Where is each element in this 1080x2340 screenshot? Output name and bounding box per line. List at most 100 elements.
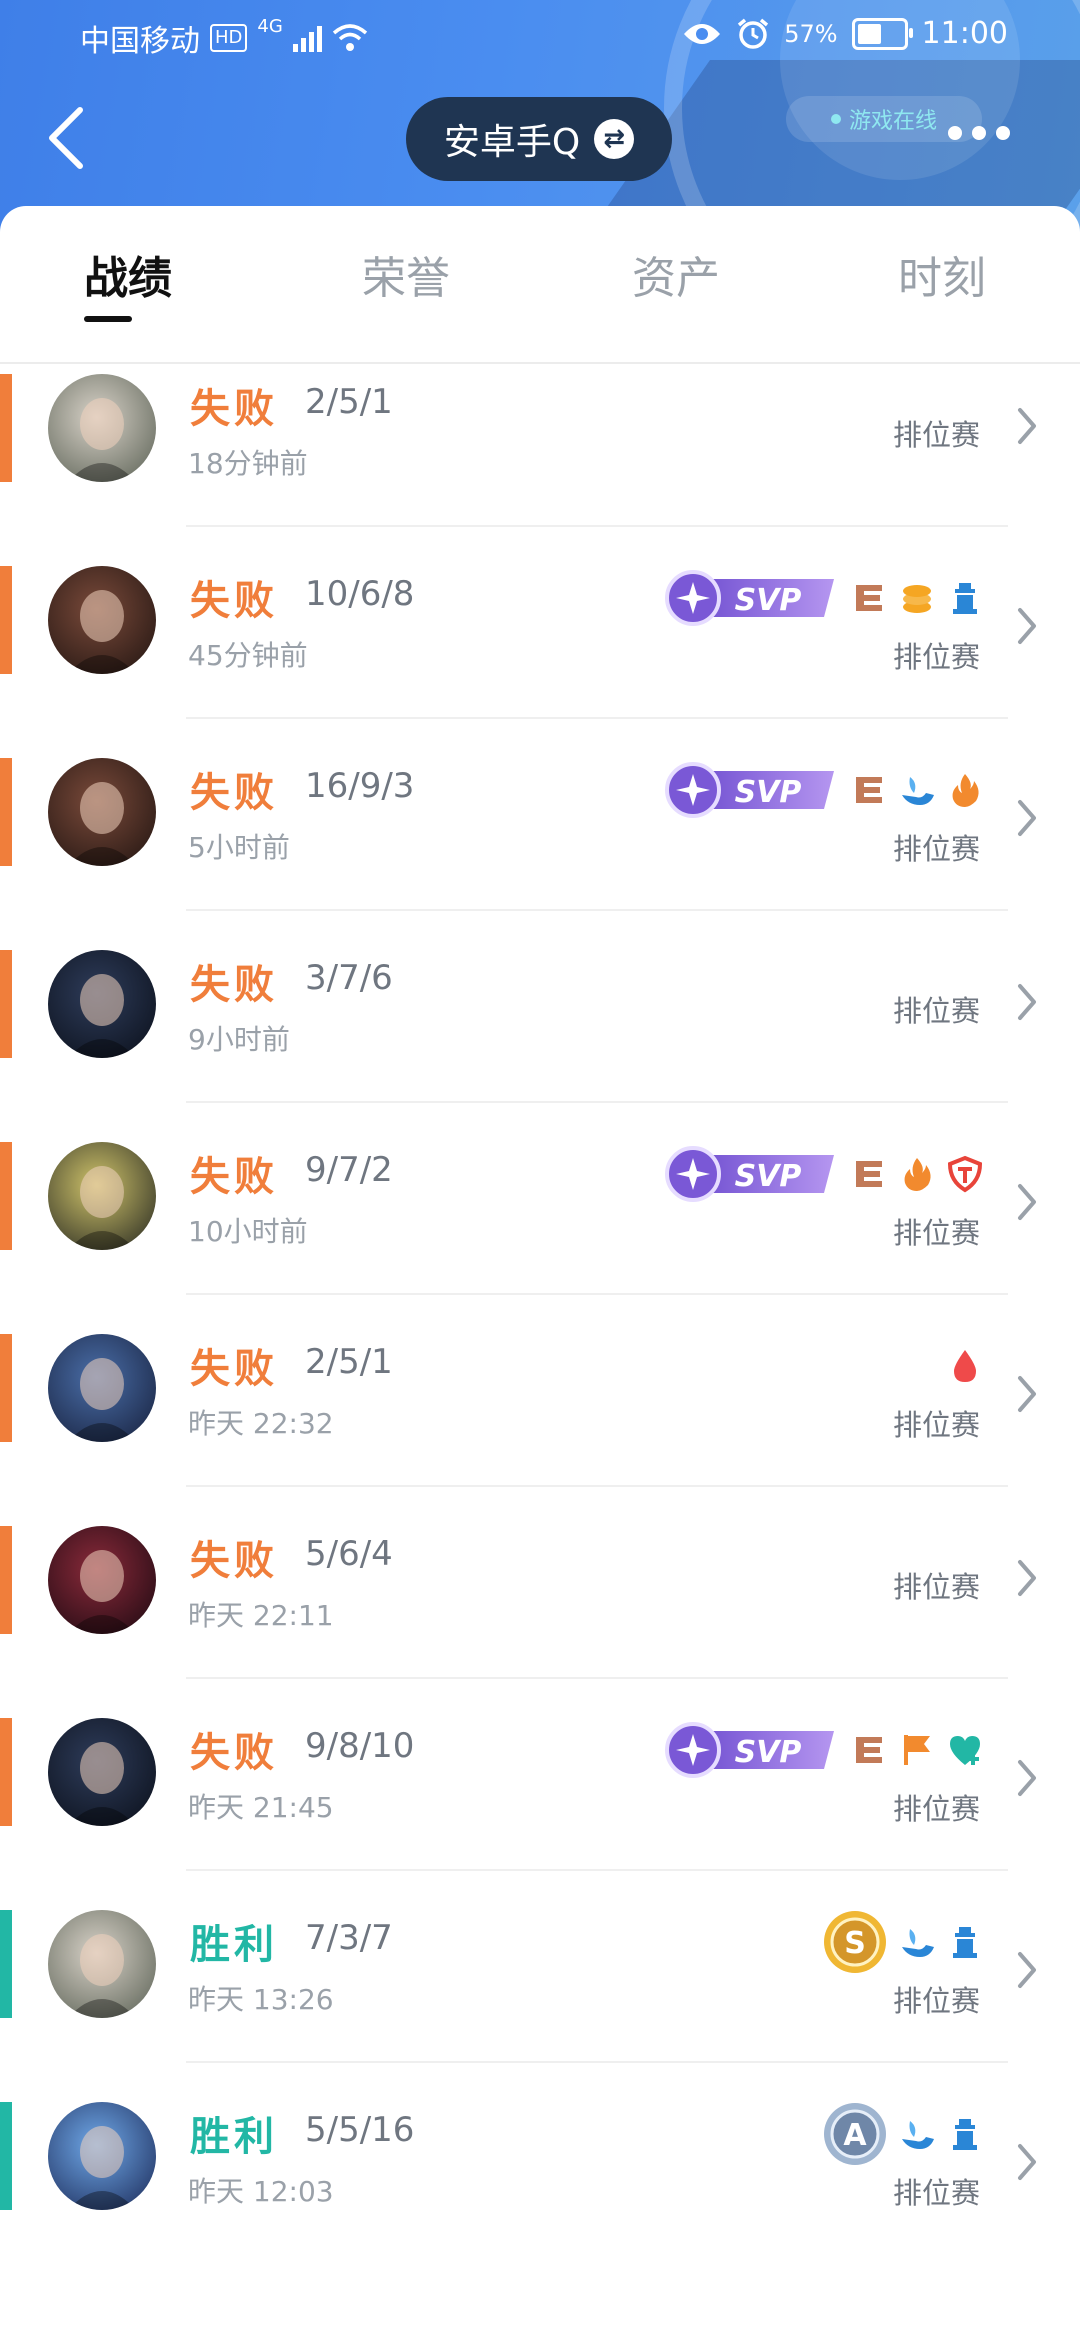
- game-mode: 排位赛: [892, 1570, 980, 1604]
- achievement-badges: [946, 1334, 984, 1398]
- achievement-badges: SVP: [664, 566, 984, 630]
- chevron-left-icon: [49, 107, 83, 169]
- shield-damage-icon: [946, 1155, 984, 1193]
- tab-honor[interactable]: 荣誉: [362, 242, 450, 306]
- hero-avatar: [48, 950, 156, 1058]
- svg-text:SVP: SVP: [735, 1735, 802, 1770]
- row-divider: [186, 1293, 1008, 1295]
- match-result: 胜利: [190, 2114, 278, 2160]
- game-mode: 排位赛: [892, 1408, 980, 1442]
- match-time: 18分钟前: [188, 447, 308, 480]
- tower-icon: [946, 579, 984, 617]
- match-result: 失败: [190, 1154, 278, 1200]
- svp-icon: SVP: [664, 761, 840, 819]
- result-color-bar: [0, 1334, 12, 1442]
- row-divider: [186, 1485, 1008, 1487]
- fire-icon: [946, 771, 984, 809]
- match-time: 昨天 12:03: [188, 2175, 334, 2208]
- game-mode: 排位赛: [892, 1216, 980, 1250]
- chevron-right-icon: [1016, 2142, 1038, 2182]
- match-row[interactable]: 失败 2/5/1 18分钟前 排位赛: [0, 362, 1080, 554]
- game-mode: 排位赛: [892, 640, 980, 674]
- match-row[interactable]: 失败 16/9/3 5小时前 SVP 排位赛: [0, 746, 1080, 938]
- status-dot-icon: [830, 114, 841, 124]
- row-divider: [186, 1677, 1008, 1679]
- match-row[interactable]: 失败 2/5/1 昨天 22:32 排位赛: [0, 1322, 1080, 1514]
- support-hand-icon: [898, 2115, 936, 2153]
- chevron-right-icon: [1016, 798, 1038, 838]
- flag-icon: [898, 1731, 936, 1769]
- tab-moments[interactable]: 时刻: [898, 242, 986, 306]
- match-time: 昨天 22:32: [188, 1407, 334, 1440]
- match-row[interactable]: 失败 5/6/4 昨天 22:11 排位赛: [0, 1514, 1080, 1706]
- match-row[interactable]: 失败 10/6/8 45分钟前 SVP 排位赛: [0, 554, 1080, 746]
- tab-assets[interactable]: 资产: [632, 242, 720, 306]
- match-result: 失败: [190, 1730, 278, 1776]
- row-divider: [186, 525, 1008, 527]
- back-button[interactable]: [44, 104, 88, 172]
- achievement-badges: S: [822, 1910, 984, 1974]
- kda-score: 3/7/6: [305, 958, 393, 998]
- kda-score: 7/3/7: [305, 1918, 393, 1958]
- tab-record[interactable]: 战绩: [84, 242, 172, 306]
- chevron-right-icon: [1016, 606, 1038, 646]
- battery-icon: [851, 17, 913, 50]
- match-result: 失败: [190, 1538, 278, 1584]
- match-row[interactable]: 胜利 7/3/7 昨天 13:26 S 排位赛: [0, 1898, 1080, 2090]
- game-mode: 排位赛: [892, 832, 980, 866]
- carrier-label: 中国移动: [80, 24, 200, 59]
- tower-icon: [946, 1923, 984, 1961]
- svg-text:SVP: SVP: [735, 583, 802, 618]
- match-row[interactable]: 失败 3/7/6 9小时前 排位赛: [0, 938, 1080, 1130]
- kda-score: 9/7/2: [305, 1150, 393, 1190]
- kda-score: 9/8/10: [305, 1726, 415, 1766]
- hero-avatar: [48, 2102, 156, 2210]
- signal-icon: [292, 24, 322, 52]
- chevron-right-icon: [1016, 1182, 1038, 1222]
- hero-avatar: [48, 1910, 156, 2018]
- result-color-bar: [0, 1718, 12, 1826]
- eye-icon: [684, 23, 721, 44]
- blood-drop-icon: [946, 1347, 984, 1385]
- more-dot-icon: [972, 126, 986, 140]
- chevron-right-icon: [1016, 1374, 1038, 1414]
- svg-text:SVP: SVP: [735, 1159, 802, 1194]
- match-row[interactable]: 失败 9/7/2 10小时前 SVP 排位赛: [0, 1130, 1080, 1322]
- svp-icon: SVP: [664, 569, 840, 627]
- account-name: 安卓手Q: [443, 122, 581, 163]
- more-button[interactable]: [948, 126, 1018, 150]
- triple-kill-icon: [850, 1731, 888, 1769]
- kda-score: 2/5/1: [305, 382, 393, 422]
- row-divider: [186, 2061, 1008, 2063]
- match-result: 胜利: [190, 1922, 278, 1968]
- chevron-right-icon: [1016, 1950, 1038, 1990]
- wifi-icon: [332, 24, 367, 51]
- account-switch-button[interactable]: 安卓手Q ⇄: [406, 97, 672, 181]
- chevron-right-icon: [1016, 982, 1038, 1022]
- match-row[interactable]: 失败 9/8/10 昨天 21:45 SVP 排位赛: [0, 1706, 1080, 1898]
- achievement-badges: A: [822, 2102, 984, 2166]
- more-dot-icon: [948, 126, 962, 140]
- result-color-bar: [0, 1142, 12, 1250]
- svg-text:S: S: [844, 1926, 866, 1961]
- hero-avatar: [48, 1334, 156, 1442]
- svp-icon: SVP: [664, 1721, 840, 1779]
- tab-bar: 战绩 荣誉 资产 时刻: [0, 206, 1080, 364]
- tower-icon: [946, 2115, 984, 2153]
- kda-score: 2/5/1: [305, 1342, 393, 1382]
- game-mode: 排位赛: [892, 418, 980, 452]
- chevron-right-icon: [1016, 1558, 1038, 1598]
- match-time: 昨天 13:26: [188, 1983, 334, 2016]
- row-divider: [186, 909, 1008, 911]
- coins-icon: [898, 579, 936, 617]
- chevron-right-icon: [1016, 1758, 1038, 1798]
- match-row[interactable]: 胜利 5/5/16 昨天 12:03 A 排位赛: [0, 2090, 1080, 2282]
- match-result: 失败: [190, 962, 278, 1008]
- clock: 11:00: [921, 16, 1008, 51]
- online-status-label: 游戏在线: [848, 109, 937, 134]
- achievement-badges: SVP: [664, 758, 984, 822]
- triple-kill-icon: [850, 579, 888, 617]
- hero-avatar: [48, 1142, 156, 1250]
- kda-score: 5/5/16: [305, 2110, 415, 2150]
- match-time: 10小时前: [188, 1215, 308, 1248]
